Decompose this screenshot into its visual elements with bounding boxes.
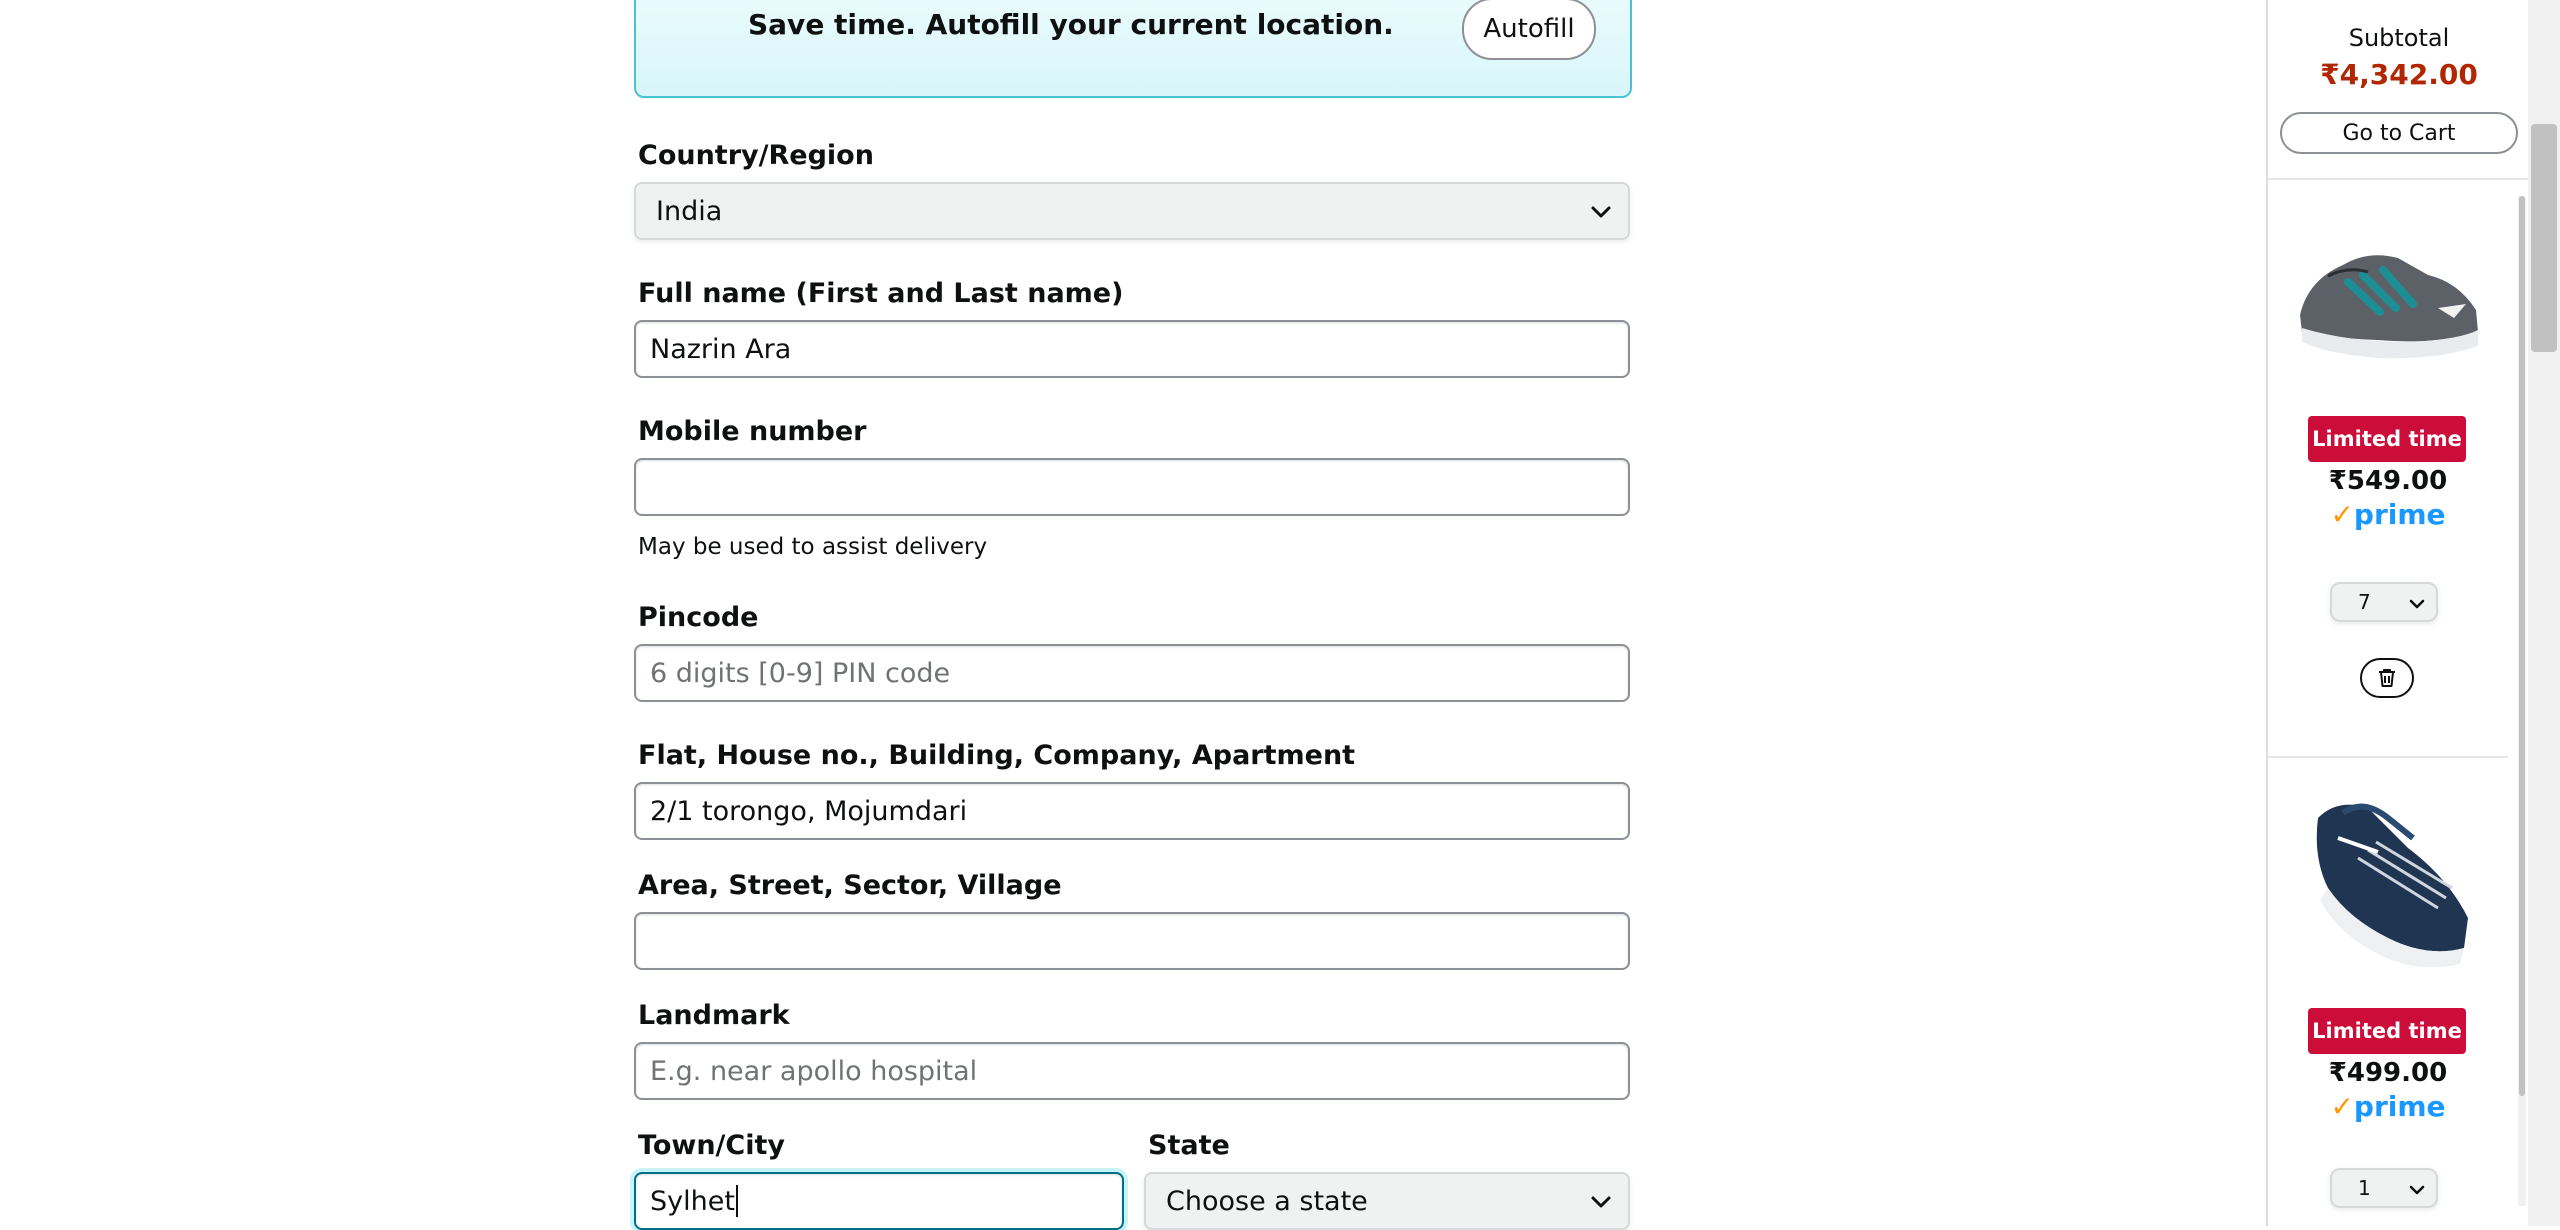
subtotal-label: Subtotal <box>2348 24 2450 52</box>
limited-time-badge: Limited time <box>2308 1008 2466 1054</box>
chevron-down-icon <box>2409 1185 2425 1195</box>
chevron-down-icon <box>2409 599 2425 609</box>
cart-item: Limited time ₹549.00 ✓prime 7 <box>2268 196 2508 756</box>
autofill-button[interactable]: Autofill <box>1462 0 1596 60</box>
prime-check-icon: ✓ <box>2330 498 2354 531</box>
quantity-select[interactable]: 1 <box>2330 1168 2438 1208</box>
flat-label: Flat, House no., Building, Company, Apar… <box>638 740 1356 771</box>
quantity-select[interactable]: 7 <box>2330 582 2438 622</box>
page-scrollbar-thumb[interactable] <box>2531 124 2557 352</box>
autofill-text: Save time. Autofill your current locatio… <box>748 8 1394 41</box>
product-image-navy-shoe[interactable] <box>2288 778 2488 978</box>
flat-input[interactable] <box>650 784 1628 838</box>
city-field[interactable]: Sylhet <box>634 1172 1124 1230</box>
mobile-input[interactable] <box>650 460 1628 514</box>
country-select[interactable]: India <box>634 182 1630 240</box>
pincode-label: Pincode <box>638 602 759 633</box>
full-name-field[interactable] <box>634 320 1630 378</box>
pincode-input[interactable] <box>650 646 1628 700</box>
chevron-down-icon <box>1591 206 1611 218</box>
text-cursor <box>735 1185 738 1217</box>
landmark-field[interactable] <box>634 1042 1630 1100</box>
full-name-label: Full name (First and Last name) <box>638 278 1124 309</box>
autofill-banner: Save time. Autofill your current locatio… <box>634 0 1632 98</box>
limited-time-badge: Limited time <box>2308 416 2466 462</box>
cart-sidebar: Subtotal ₹4,342.00 Go to Cart Limited ti… <box>2266 0 2530 1226</box>
area-field[interactable] <box>634 912 1630 970</box>
prime-logo: ✓prime <box>2330 1090 2446 1123</box>
prime-logo: ✓prime <box>2330 498 2446 531</box>
full-name-input[interactable] <box>650 322 1628 376</box>
delete-item-button[interactable] <box>2360 658 2414 698</box>
state-label: State <box>1148 1130 1230 1161</box>
divider <box>2268 178 2530 180</box>
area-input[interactable] <box>650 914 1628 968</box>
city-label: Town/City <box>638 1130 785 1161</box>
prime-check-icon: ✓ <box>2330 1090 2354 1123</box>
country-value: India <box>656 195 723 227</box>
mobile-hint: May be used to assist delivery <box>638 534 988 560</box>
mobile-field[interactable] <box>634 458 1630 516</box>
chevron-down-icon <box>1591 1196 1611 1208</box>
state-select[interactable]: Choose a state <box>1144 1172 1630 1230</box>
landmark-label: Landmark <box>638 1000 790 1031</box>
trash-icon <box>2379 669 2395 687</box>
cart-item: Limited time ₹499.00 ✓prime 1 <box>2268 758 2508 1226</box>
country-label: Country/Region <box>638 140 874 171</box>
pincode-field[interactable] <box>634 644 1630 702</box>
product-image-grey-shoe[interactable] <box>2288 220 2488 370</box>
flat-field[interactable] <box>634 782 1630 840</box>
subtotal-value: ₹4,342.00 <box>2320 58 2478 91</box>
city-value: Sylhet <box>650 1185 735 1217</box>
item-price: ₹499.00 <box>2328 1058 2448 1088</box>
state-value: Choose a state <box>1166 1185 1368 1217</box>
landmark-input[interactable] <box>650 1044 1628 1098</box>
item-price: ₹549.00 <box>2328 466 2448 496</box>
area-label: Area, Street, Sector, Village <box>638 870 1062 901</box>
go-to-cart-button[interactable]: Go to Cart <box>2280 112 2518 154</box>
mobile-label: Mobile number <box>638 416 867 447</box>
cart-scrollbar-thumb[interactable] <box>2519 196 2525 1096</box>
